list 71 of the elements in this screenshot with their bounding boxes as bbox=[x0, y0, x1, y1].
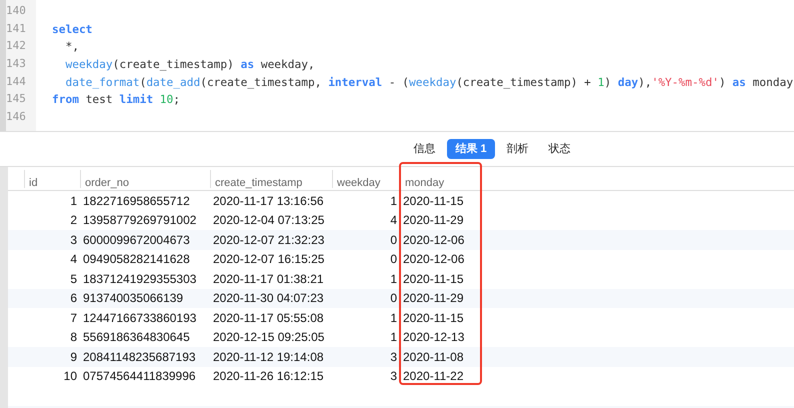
table-cell-text: 9 bbox=[69, 348, 78, 366]
table-cell-text: 2020-12-06 bbox=[402, 251, 466, 268]
line-number: 142 bbox=[6, 38, 27, 54]
table-cell-text: 2020-11-22 bbox=[402, 368, 464, 386]
table-cell-text: 2020-11-12 19:14:08 bbox=[212, 348, 325, 366]
table-cell-text: 3 bbox=[389, 348, 398, 366]
table-cell-text: 5569186364830645 bbox=[82, 329, 191, 346]
table-cell-text: 20841148235687193 bbox=[82, 348, 197, 366]
table-cell-text: 0 bbox=[389, 290, 398, 308]
table-cell-text: 2020-11-17 01:38:21 bbox=[212, 270, 325, 288]
table-cell-text: 1 bbox=[69, 192, 78, 210]
table-cell-text: 1 bbox=[389, 192, 398, 210]
table-cell-text: 2020-11-29 bbox=[402, 290, 464, 308]
line-number: 141 bbox=[6, 20, 27, 37]
table-cell-text: 2020-11-17 05:55:08 bbox=[212, 310, 325, 327]
table-cell-text: 07574564411839996 bbox=[82, 368, 197, 386]
table-cell-text: 2020-11-15 bbox=[402, 270, 464, 288]
line-number: 145 bbox=[6, 91, 27, 108]
table-cell-text: 12447166733860193 bbox=[82, 310, 198, 327]
code-line: from test limit 10; bbox=[52, 93, 180, 106]
table-cell-text: 2020-12-04 07:13:25 bbox=[212, 212, 326, 230]
table-cell-text: 3 bbox=[389, 368, 398, 386]
code-line: date_format(date_add(create_timestamp, interval - (weekday(create_timestamp) + 1) day),'%Y-%m-%d') as monday bbox=[64, 76, 794, 89]
table-cell-text: 0949058282141628 bbox=[82, 251, 191, 268]
column-header[interactable]: id bbox=[25, 176, 38, 188]
table-cell-text: 2020-11-30 04:07:23 bbox=[212, 290, 325, 308]
table-cell-text: 2020-11-08 bbox=[402, 348, 464, 366]
table-cell-text: 6 bbox=[69, 290, 78, 308]
table-cell-text: 13958779269791002 bbox=[82, 212, 198, 230]
result-tab[interactable]: 信息 bbox=[405, 139, 444, 159]
table-cell-text: 2020-12-07 16:15:25 bbox=[212, 251, 326, 268]
table-cell-text: 2020-11-15 bbox=[402, 192, 464, 210]
line-number: 143 bbox=[6, 56, 27, 72]
table-cell-text: 4 bbox=[389, 212, 398, 230]
table-cell-text: 1 bbox=[389, 270, 398, 288]
table-cell-text: 2020-12-15 09:25:05 bbox=[212, 329, 326, 346]
result-tab[interactable]: 状态 bbox=[540, 139, 579, 159]
table-cell-text: 1 bbox=[389, 329, 398, 346]
table-cell-text: 913740035066139 bbox=[82, 290, 184, 308]
table-cell-text: 3 bbox=[69, 232, 78, 249]
result-tab[interactable]: 结果 1 bbox=[447, 139, 495, 159]
table-cell-text: 1822716958655712 bbox=[82, 192, 191, 210]
line-number: 144 bbox=[6, 74, 27, 90]
line-number: 146 bbox=[6, 109, 27, 126]
table-cell-text: 2020-12-13 bbox=[402, 329, 466, 346]
table-cell-text: 4 bbox=[69, 251, 78, 268]
table-cell-text: 2020-11-26 16:12:15 bbox=[212, 368, 325, 386]
table-cell-text: 5 bbox=[69, 270, 78, 288]
code-line: *, bbox=[64, 40, 79, 54]
table-cell-text: 2 bbox=[69, 212, 78, 230]
table-cell-text: 2020-12-06 bbox=[402, 232, 466, 249]
table-cell-text: 7 bbox=[69, 310, 78, 327]
table-cell-text: 18371241929355303 bbox=[82, 270, 198, 288]
table-cell-text: 8 bbox=[69, 329, 78, 346]
column-header[interactable]: order_no bbox=[81, 176, 130, 188]
table-cell-text: 2020-12-07 21:32:23 bbox=[212, 232, 326, 249]
table-cell-text: 2020-11-17 13:16:56 bbox=[212, 192, 325, 210]
table-cell-text: 0 bbox=[389, 232, 398, 249]
table-cell-text: 6000099672004673 bbox=[82, 232, 191, 249]
table-cell-text: 10 bbox=[62, 368, 78, 386]
table-cell-text: 2020-11-15 bbox=[402, 310, 464, 327]
code-line: select bbox=[52, 22, 92, 36]
result-tab[interactable]: 剖析 bbox=[498, 139, 537, 159]
table-cell-text: 1 bbox=[389, 310, 398, 327]
code-line: weekday(create_timestamp) as weekday, bbox=[64, 58, 315, 72]
column-header[interactable]: weekday bbox=[333, 176, 380, 188]
column-header[interactable]: monday bbox=[401, 176, 444, 188]
table-cell-text: 2020-11-29 bbox=[402, 212, 464, 230]
column-header[interactable]: create_timestamp bbox=[211, 176, 302, 188]
line-number: 140 bbox=[6, 3, 27, 19]
table-cell-text: 0 bbox=[389, 251, 398, 268]
